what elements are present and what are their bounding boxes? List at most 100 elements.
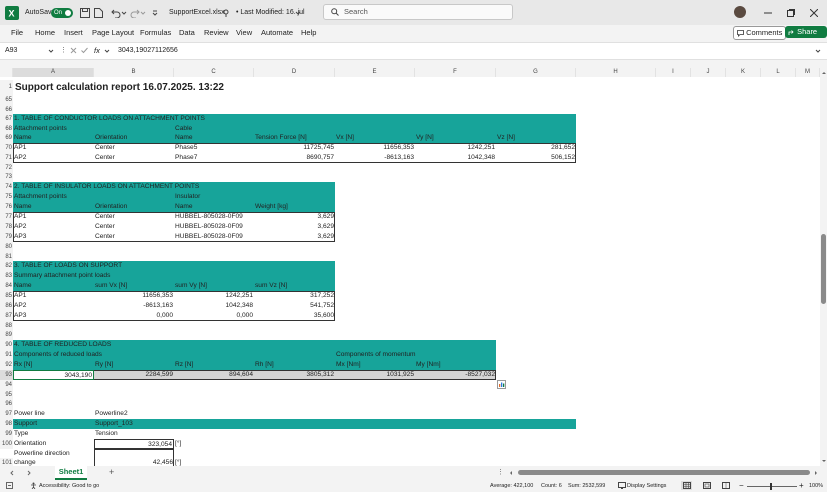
table4-header[interactable]: Rz [N] <box>174 360 254 370</box>
column-header-f[interactable]: F <box>415 68 496 77</box>
info-label[interactable]: Orientation <box>13 439 94 449</box>
last-modified-dropdown-icon[interactable] <box>295 0 301 25</box>
table-cell[interactable]: Center <box>94 153 174 163</box>
info-value[interactable]: 42,456 <box>94 458 174 466</box>
info-unit[interactable]: [°] <box>174 458 204 466</box>
table1-header[interactable]: Vy [N] <box>415 133 496 143</box>
column-header-m[interactable]: M <box>796 68 820 77</box>
table-cell[interactable]: Phase7 <box>174 153 254 163</box>
row-header[interactable]: 83 <box>0 271 13 281</box>
close-icon[interactable] <box>809 0 819 25</box>
row-header[interactable]: 96 <box>0 399 13 409</box>
column-header-d[interactable]: D <box>254 68 335 77</box>
table4-header[interactable]: My [Nm] <box>415 360 496 370</box>
row-header[interactable]: 69 <box>0 133 13 143</box>
table-cell[interactable]: AP2 <box>13 222 94 232</box>
scroll-down-icon[interactable] <box>821 458 827 464</box>
avatar[interactable] <box>734 0 746 25</box>
table-cell[interactable]: AP1 <box>13 291 94 301</box>
name-box-dropdown-icon[interactable] <box>48 48 54 56</box>
tab-view[interactable]: View <box>236 25 252 40</box>
row-header[interactable]: 87 <box>0 311 13 321</box>
tab-review[interactable]: Review <box>204 25 229 40</box>
autosave-toggle[interactable]: On <box>51 0 73 25</box>
horizontal-scrollbar[interactable] <box>508 469 820 476</box>
table-cell[interactable]: HUBBEL-805028-0F09 <box>174 232 254 242</box>
file-save-icon[interactable] <box>94 0 103 25</box>
table-cell[interactable]: Center <box>94 222 174 232</box>
row-header[interactable]: 101 <box>0 458 13 466</box>
row-header[interactable]: 98 <box>0 419 13 429</box>
table4-header[interactable]: Ry [N] <box>94 360 174 370</box>
tab-file[interactable]: File <box>11 25 23 40</box>
column-header-i[interactable]: I <box>656 68 691 77</box>
table-cell[interactable]: Center <box>94 143 174 153</box>
formula-dropdown-icon[interactable] <box>104 48 110 56</box>
column-header-l[interactable]: L <box>761 68 796 77</box>
table1-header[interactable]: Vx [N] <box>335 133 415 143</box>
undo-icon[interactable] <box>111 0 121 25</box>
table2-header[interactable]: Orientation <box>94 202 174 212</box>
normal-view-icon[interactable] <box>681 481 692 490</box>
row-header[interactable]: 78 <box>0 222 13 232</box>
table-cell[interactable]: HUBBEL-805028-0F09 <box>174 222 254 232</box>
column-header-g[interactable]: G <box>496 68 576 77</box>
table-cell[interactable]: Center <box>94 232 174 242</box>
table-cell[interactable]: 894,604 <box>174 370 254 380</box>
row-header[interactable]: 77 <box>0 212 13 222</box>
table3-header[interactable]: sum Vy [N] <box>174 281 254 291</box>
zoom-slider-thumb[interactable] <box>770 483 772 490</box>
column-header-a[interactable]: A <box>13 68 94 77</box>
tab-automate[interactable]: Automate <box>261 25 293 40</box>
table-cell[interactable]: 541,752 <box>254 301 335 311</box>
info-value[interactable]: 323,054 <box>94 439 174 449</box>
info-label[interactable]: Power line <box>13 409 94 419</box>
table4-header[interactable]: Rh [N] <box>254 360 335 370</box>
display-settings[interactable]: Display Settings <box>627 480 666 492</box>
table2-group-insulator[interactable]: Insulator <box>174 192 335 202</box>
undo-dropdown-icon[interactable] <box>121 0 127 25</box>
cancel-formula-icon[interactable] <box>70 47 77 56</box>
page-layout-view-icon[interactable] <box>703 482 711 491</box>
table-cell[interactable]: -8613,163 <box>94 301 174 311</box>
search-box[interactable]: Search <box>323 4 513 21</box>
table-cell[interactable]: 3,629 <box>254 232 335 242</box>
tab-insert[interactable]: Insert <box>64 25 83 40</box>
formula-value[interactable]: 3043,190271126​56 <box>118 43 178 58</box>
table-cell[interactable]: 3805,312 <box>254 370 335 380</box>
table-cell[interactable]: -8527,032 <box>415 370 496 380</box>
quick-analysis-icon[interactable] <box>497 380 506 389</box>
table-cell[interactable]: AP1 <box>13 212 94 222</box>
status-count[interactable]: Count: 6 <box>541 480 562 492</box>
table1-header[interactable]: Name <box>174 133 254 143</box>
zoom-out-icon[interactable]: − <box>739 480 744 492</box>
table4-header[interactable]: Rx [N] <box>13 360 94 370</box>
table2-header[interactable]: Name <box>13 202 94 212</box>
table-cell[interactable]: 2284,599 <box>94 370 174 380</box>
table-cell[interactable]: 11656,353 <box>335 143 415 153</box>
table-cell[interactable]: Center <box>94 212 174 222</box>
table-cell[interactable]: 506,152 <box>496 153 576 163</box>
table4-group-momentum[interactable]: Components of momentum <box>335 350 496 360</box>
status-sum[interactable]: Sum: 2532,599 <box>568 480 605 492</box>
table1-header[interactable]: Vz [N] <box>496 133 576 143</box>
row-header[interactable]: 70 <box>0 143 13 153</box>
confirm-formula-icon[interactable] <box>81 47 88 56</box>
expand-formula-icon[interactable] <box>815 48 821 56</box>
row-header[interactable]: 75 <box>0 192 13 202</box>
row-header[interactable]: 80 <box>0 242 13 252</box>
table-cell[interactable]: 1242,251 <box>174 291 254 301</box>
tab-page-layout[interactable]: Page Layout <box>92 25 134 40</box>
table-cell[interactable]: 1031,925 <box>335 370 415 380</box>
share-button[interactable]: Share <box>785 26 827 46</box>
row-header[interactable]: 84 <box>0 281 13 291</box>
table-cell[interactable]: 3,629 <box>254 212 335 222</box>
table-cell[interactable]: AP2 <box>13 153 94 163</box>
display-settings-icon[interactable] <box>618 482 626 491</box>
row-header[interactable]: 89 <box>0 330 13 340</box>
row-header[interactable]: 1 <box>0 80 13 95</box>
info-unit[interactable]: [°] <box>174 439 204 449</box>
select-all-corner[interactable] <box>0 68 13 77</box>
table2-title[interactable]: 2. TABLE OF INSULATOR LOADS ON ATTACHMEN… <box>13 182 335 192</box>
add-sheet-icon[interactable]: + <box>109 466 114 479</box>
